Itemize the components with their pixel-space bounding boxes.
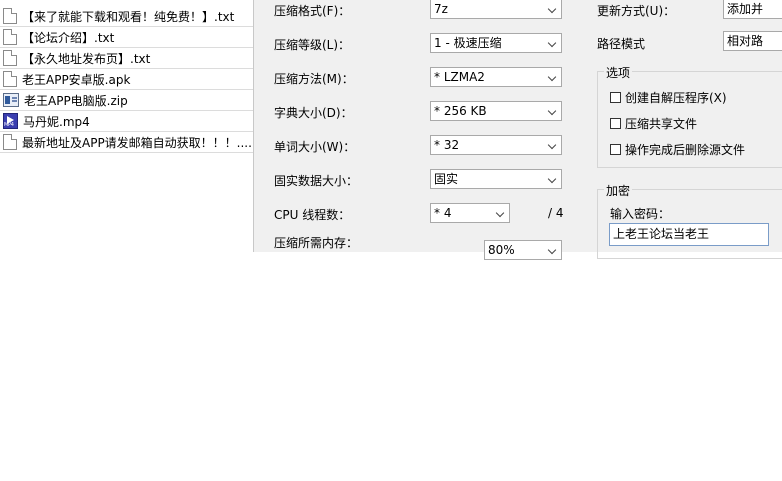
update-mode-select[interactable]: 添加并 <box>723 0 782 19</box>
file-name: 马丹妮.mp4 <box>23 114 90 129</box>
level-label: 压缩等级(L)： <box>274 38 351 52</box>
compress-shared-files-checkbox[interactable]: 压缩共享文件 <box>610 115 697 132</box>
checkbox-box[interactable] <box>610 118 621 129</box>
options-group-title: 选项 <box>604 64 633 81</box>
text-file-icon <box>3 50 17 66</box>
file-list-item[interactable]: 老王APP安卓版.apk <box>0 69 253 90</box>
file-name: 最新地址及APP请发邮箱自动获取！！！.... <box>22 135 252 150</box>
level-value: 1 - 极速压缩 <box>434 36 502 50</box>
solid-block-select[interactable]: 固实 <box>430 169 562 189</box>
format-select[interactable]: 7z <box>430 0 562 19</box>
text-file-icon <box>3 29 17 45</box>
solid-block-value: 固实 <box>434 172 459 186</box>
chevron-down-icon <box>545 241 561 259</box>
file-list-item[interactable]: 马丹妮.mp4 <box>0 111 253 132</box>
method-select[interactable]: * LZMA2 <box>430 67 562 87</box>
cpu-threads-value: * 4 <box>434 206 452 220</box>
delete-after-compress-label: 操作完成后删除源文件 <box>625 143 746 157</box>
file-list: 【来了就能下载和观看！纯免费！】.txt 【论坛介绍】.txt 【永久地址发布页… <box>0 0 253 153</box>
chevron-down-icon <box>545 68 561 86</box>
word-size-value: * 32 <box>434 138 460 152</box>
text-file-icon <box>3 134 17 150</box>
cpu-threads-total: / 4 <box>548 206 564 220</box>
memory-usage-value: 80% <box>488 243 515 257</box>
file-list-item[interactable]: 最新地址及APP请发邮箱自动获取！！！.... <box>0 132 253 153</box>
method-label: 压缩方法(M)： <box>274 72 354 86</box>
password-input[interactable]: 上老王论坛当老王 <box>609 223 769 246</box>
checkbox-box[interactable] <box>610 144 621 155</box>
solid-block-label: 固实数据大小： <box>274 174 359 188</box>
file-list-item[interactable]: 【论坛介绍】.txt <box>0 27 253 48</box>
file-name: 【论坛介绍】.txt <box>22 30 115 45</box>
path-mode-label: 路径模式 <box>597 37 646 51</box>
password-value: 上老王论坛当老王 <box>613 227 710 241</box>
dictionary-size-label: 字典大小(D)： <box>274 106 353 120</box>
text-file-icon <box>3 8 17 24</box>
chevron-down-icon <box>545 136 561 154</box>
chevron-down-icon <box>545 170 561 188</box>
dictionary-size-select[interactable]: * 256 KB <box>430 101 562 121</box>
file-name: 【永久地址发布页】.txt <box>22 51 151 66</box>
level-select[interactable]: 1 - 极速压缩 <box>430 33 562 53</box>
chevron-down-icon <box>545 102 561 120</box>
checkbox-box[interactable] <box>610 92 621 103</box>
compression-settings-panel: 压缩格式(F)： 7z 压缩等级(L)： 1 - 极速压缩 压缩方法(M)： *… <box>253 0 782 260</box>
video-file-icon <box>3 113 18 129</box>
word-size-select[interactable]: * 32 <box>430 135 562 155</box>
file-list-item[interactable]: 【来了就能下载和观看！纯免费！】.txt <box>0 6 253 27</box>
zip-archive-icon <box>3 93 19 107</box>
format-label: 压缩格式(F)： <box>274 4 351 18</box>
cpu-threads-label: CPU 线程数： <box>274 208 351 222</box>
memory-usage-label: 压缩所需内存： <box>274 236 359 250</box>
apk-file-icon <box>3 71 17 87</box>
path-mode-value: 相对路 <box>727 34 764 48</box>
compress-shared-files-label: 压缩共享文件 <box>625 117 698 131</box>
create-sfx-checkbox[interactable]: 创建自解压程序(X) <box>610 89 727 106</box>
file-list-item[interactable]: 【永久地址发布页】.txt <box>0 48 253 69</box>
word-size-label: 单词大小(W)： <box>274 140 356 154</box>
memory-usage-select[interactable]: 80% <box>484 240 562 260</box>
method-value: * LZMA2 <box>434 70 485 84</box>
path-mode-select[interactable]: 相对路 <box>723 31 782 51</box>
file-name: 老王APP安卓版.apk <box>22 72 131 87</box>
chevron-down-icon <box>545 34 561 52</box>
update-mode-value: 添加并 <box>727 2 764 16</box>
format-value: 7z <box>434 2 448 16</box>
update-mode-label: 更新方式(U)： <box>597 4 676 18</box>
create-sfx-label: 创建自解压程序(X) <box>625 91 727 105</box>
cpu-threads-select[interactable]: * 4 <box>430 203 510 223</box>
password-label: 输入密码： <box>610 207 671 221</box>
file-name: 【来了就能下载和观看！纯免费！】.txt <box>22 9 235 24</box>
chevron-down-icon <box>545 0 561 18</box>
file-list-item[interactable]: 老王APP电脑版.zip <box>0 90 253 111</box>
encryption-group-title: 加密 <box>604 182 633 199</box>
file-name: 老王APP电脑版.zip <box>24 93 128 108</box>
chevron-down-icon <box>493 204 509 222</box>
dictionary-size-value: * 256 KB <box>434 104 487 118</box>
delete-after-compress-checkbox[interactable]: 操作完成后删除源文件 <box>610 141 745 158</box>
